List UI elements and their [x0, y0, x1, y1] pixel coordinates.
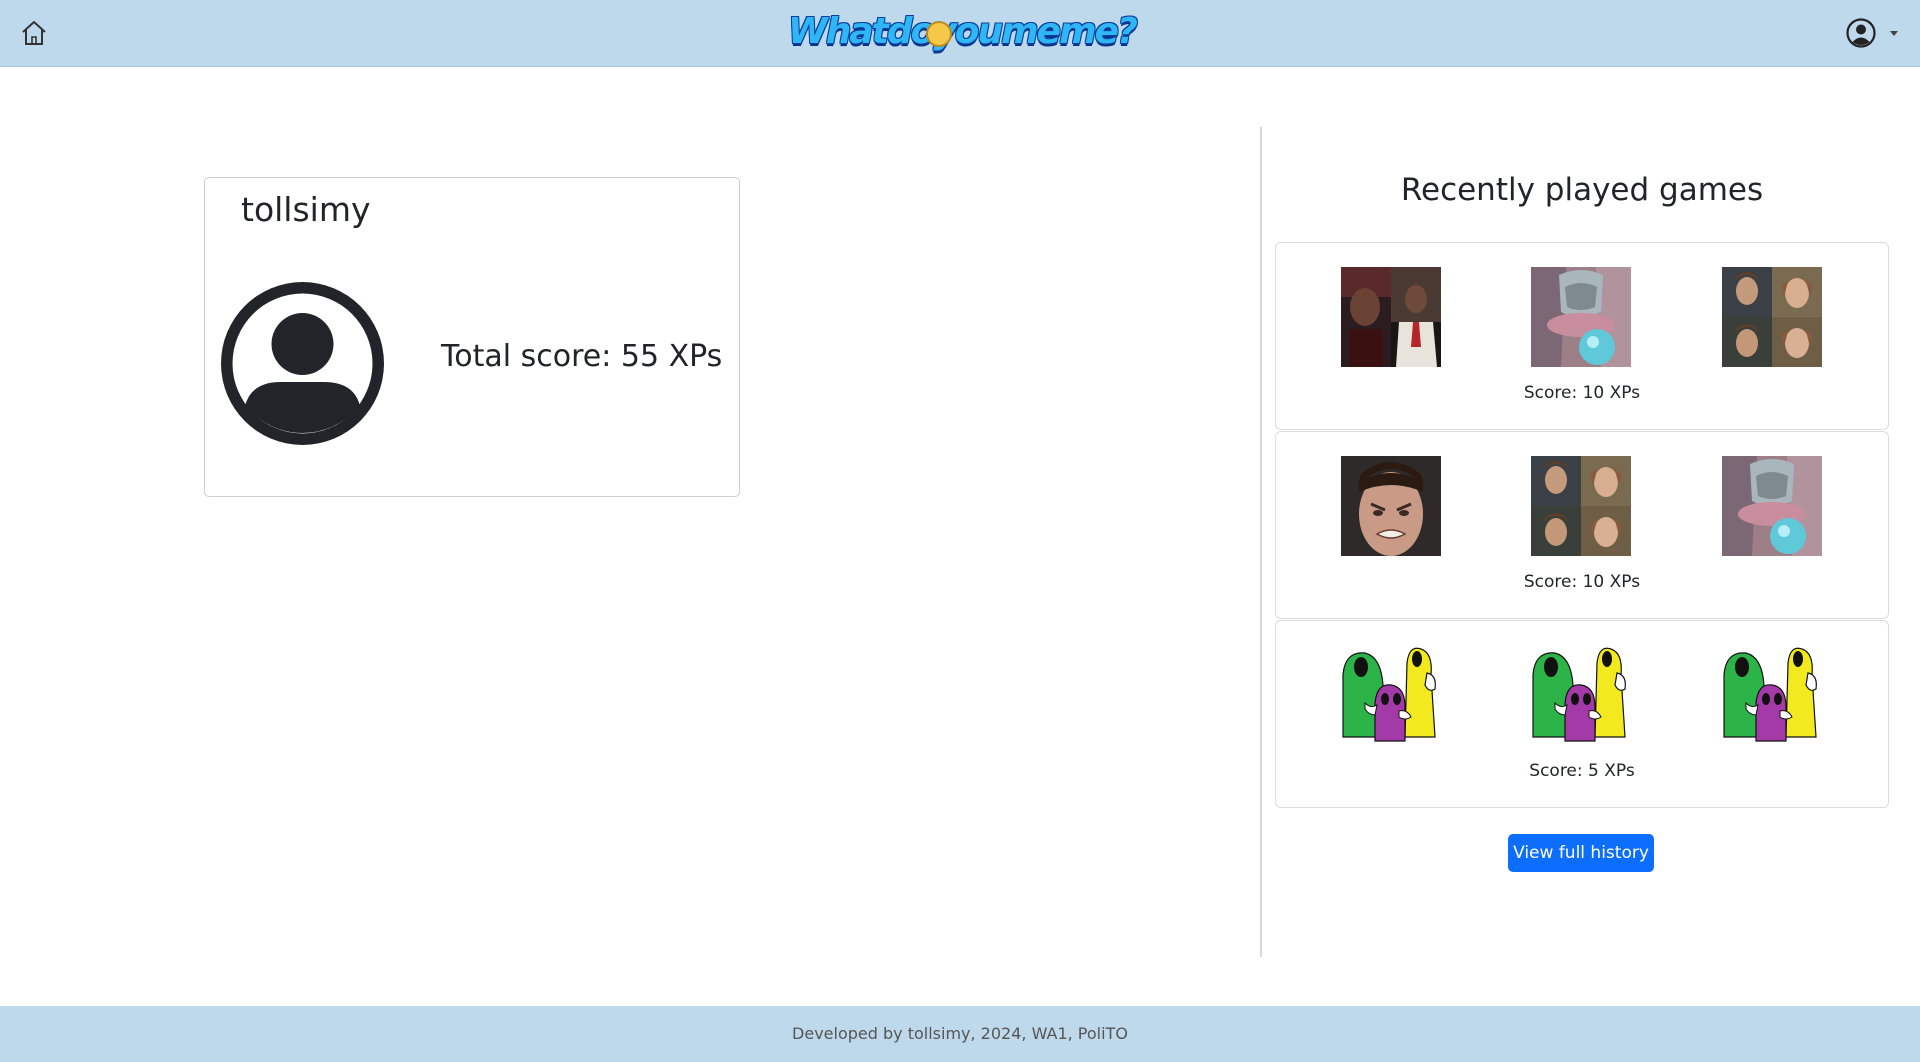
user-menu-dropdown[interactable] — [1845, 17, 1903, 49]
app-logo[interactable]: Whatdoyoumeme? — [788, 9, 1138, 57]
recent-games-title: Recently played games — [1400, 172, 1764, 208]
user-circle-icon — [1846, 18, 1876, 48]
chevron-down-icon — [1890, 31, 1898, 36]
three-ghosts-meme — [1722, 645, 1822, 745]
game-score: Score: 10 XPs — [1523, 572, 1641, 592]
profile-username: tollsimy — [241, 190, 371, 229]
total-score: Total score: 55 XPs — [441, 339, 723, 374]
game-card[interactable]: Score: 10 XPs — [1275, 431, 1889, 619]
game-score: Score: 10 XPs — [1523, 383, 1641, 403]
two-men-meme — [1341, 267, 1441, 367]
person-circle-icon — [221, 282, 384, 445]
footer: Developed by tollsimy, 2024, WA1, PoliTO — [0, 1006, 1920, 1062]
home-icon[interactable] — [19, 18, 49, 48]
game-card[interactable]: Score: 10 XPs — [1275, 242, 1889, 430]
angry-face-meme — [1341, 456, 1441, 556]
three-ghosts-meme — [1341, 645, 1441, 745]
profile-card: tollsimy Total score: 55 XPs — [204, 177, 740, 497]
navbar: Whatdoyoumeme? — [0, 0, 1920, 67]
view-full-history-button[interactable]: View full history — [1508, 834, 1654, 872]
crystal-ball-meme — [1722, 456, 1822, 556]
three-ghosts-meme — [1531, 645, 1631, 745]
anakin-padme-meme — [1531, 456, 1631, 556]
game-card[interactable]: Score: 5 XPs — [1275, 620, 1889, 808]
vertical-divider — [1260, 127, 1262, 957]
anakin-padme-meme — [1722, 267, 1822, 367]
laughing-emoji-icon — [926, 21, 952, 47]
game-score: Score: 5 XPs — [1529, 761, 1635, 781]
crystal-ball-meme — [1531, 267, 1631, 367]
